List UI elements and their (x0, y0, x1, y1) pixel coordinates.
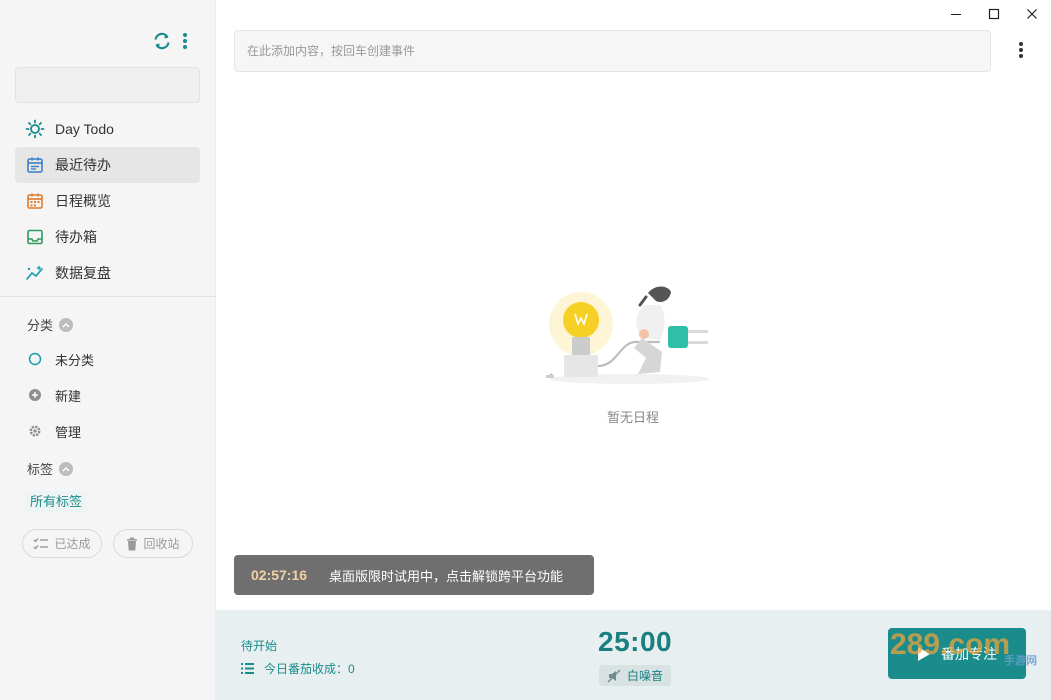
nav-item-recent-todo[interactable]: 最近待办 (15, 147, 200, 183)
nav-label: Day Todo (55, 121, 114, 137)
tags-header[interactable]: 标签 (27, 459, 74, 478)
pomodoro-status: 待开始 (241, 639, 278, 653)
category-label: 新建 (55, 388, 82, 404)
sync-icon[interactable] (152, 31, 172, 51)
pomodoro-timer: 25:00 (598, 626, 673, 657)
calendar-icon (25, 155, 45, 175)
close-icon[interactable] (1013, 0, 1051, 28)
nav-label: 数据复盘 (55, 265, 111, 281)
white-noise-button[interactable]: 白噪音 (599, 665, 672, 686)
main-more-icon[interactable] (1013, 40, 1029, 63)
done-label: 已达成 (54, 537, 91, 551)
nav-item-schedule-overview[interactable]: 日程概览 (15, 183, 200, 219)
site-watermark-logo: 289.com 手游网 (886, 620, 1046, 671)
category-new[interactable]: 新建 (27, 385, 81, 405)
sidebar-nav: Day Todo 最近待办 日程概览 待办箱 数据复盘 (15, 111, 200, 291)
white-noise-label: 白噪音 (627, 669, 664, 683)
nav-label: 最近待办 (55, 157, 111, 173)
checklist-icon (33, 537, 49, 551)
empty-state-text: 暂无日程 (606, 410, 659, 425)
window-controls (937, 0, 1051, 28)
plus-circle-icon (27, 387, 43, 403)
pomodoro-bar: 待开始 今日番茄收成：0 25:00 白噪音 番加专注 289.com 手游网 (216, 610, 1051, 700)
minimize-icon[interactable] (937, 0, 975, 28)
pomodoro-today-count: 今日番茄收成：0 (241, 660, 355, 677)
sidebar: Day Todo 最近待办 日程概览 待办箱 数据复盘 分类 未分类 新建 管理… (0, 0, 216, 700)
maximize-icon[interactable] (975, 0, 1013, 28)
nav-item-data-review[interactable]: 数据复盘 (15, 255, 200, 291)
toast-countdown: 02:57:16 (251, 567, 308, 583)
svg-text:手游网: 手游网 (1004, 653, 1037, 667)
nav-item-inbox[interactable]: 待办箱 (15, 219, 200, 255)
add-event-input[interactable]: 在此添加内容，按回车创建事件 (234, 30, 991, 72)
trash-icon (126, 537, 138, 551)
category-label: 管理 (55, 424, 82, 440)
trial-toast[interactable]: 02:57:16 桌面版限时试用中，点击解锁跨平台功能 (234, 555, 594, 595)
done-button[interactable]: 已达成 (22, 529, 102, 558)
category-uncategorized[interactable]: 未分类 (27, 349, 94, 369)
gear-icon (27, 423, 43, 439)
list-icon (241, 663, 254, 674)
collapse-icon[interactable] (59, 317, 74, 332)
sound-off-icon (607, 669, 621, 683)
inbox-icon (25, 227, 45, 247)
collapse-icon[interactable] (59, 461, 74, 476)
calendar-grid-icon (25, 191, 45, 211)
nav-label: 待办箱 (55, 229, 97, 245)
empty-illustration (530, 280, 720, 393)
nav-item-day-todo[interactable]: Day Todo (15, 111, 200, 147)
trash-button[interactable]: 回收站 (113, 529, 193, 558)
categories-header[interactable]: 分类 (27, 315, 74, 334)
today-count-label: 今日番茄收成：0 (264, 662, 355, 676)
svg-text:289.com: 289.com (890, 628, 1010, 661)
tags-title: 标签 (27, 462, 54, 477)
category-manage[interactable]: 管理 (27, 421, 81, 441)
toast-message: 桌面版限时试用中，点击解锁跨平台功能 (329, 568, 564, 584)
category-label: 未分类 (55, 352, 95, 368)
add-event-placeholder: 在此添加内容，按回车创建事件 (247, 44, 416, 58)
all-tags-chip[interactable]: 所有标签 (25, 491, 88, 513)
trash-label: 回收站 (143, 537, 180, 551)
sidebar-divider (0, 296, 215, 297)
sidebar-search-box[interactable] (15, 67, 200, 103)
circle-outline-icon (27, 351, 43, 367)
categories-title: 分类 (27, 318, 54, 333)
sidebar-top-actions (152, 31, 188, 51)
nav-label: 日程概览 (55, 193, 111, 209)
sun-icon (25, 119, 45, 139)
sparkle-chart-icon (25, 263, 45, 283)
more-vertical-icon[interactable] (182, 32, 188, 50)
